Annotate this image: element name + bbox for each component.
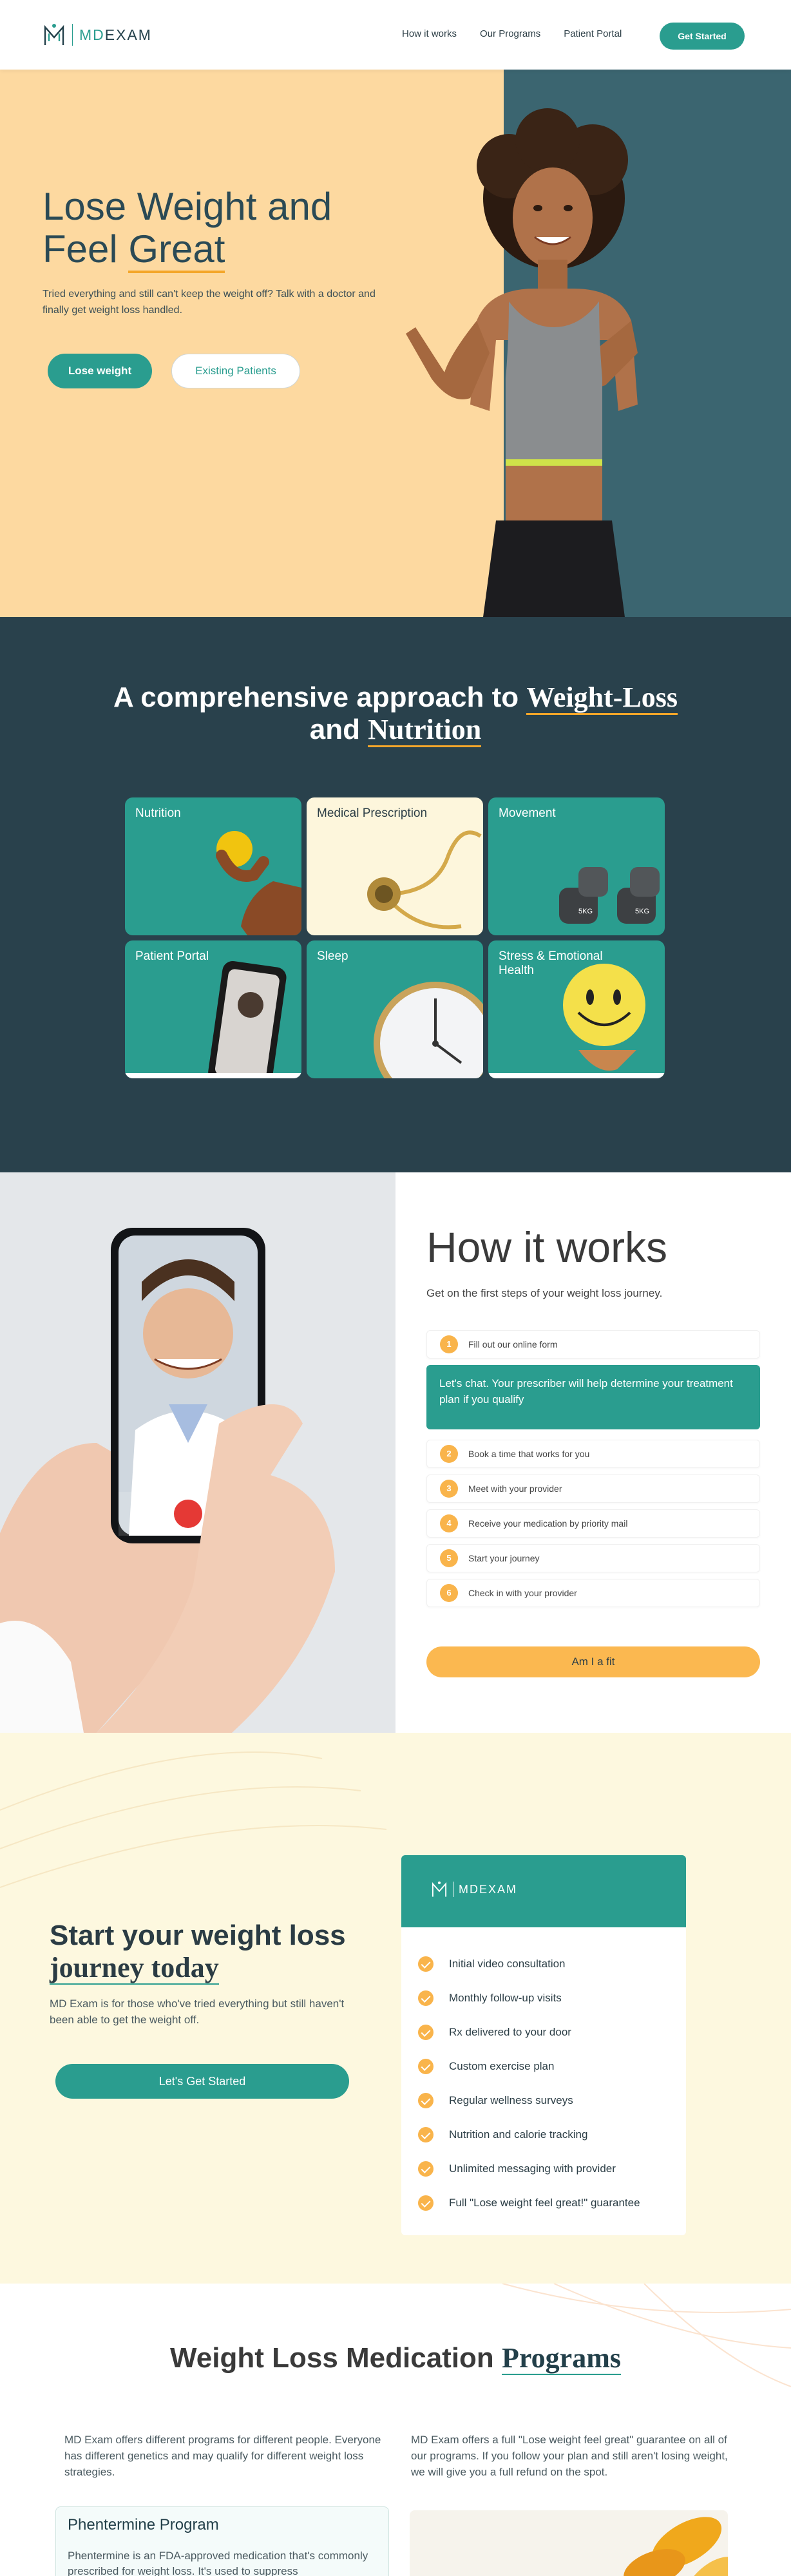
- nav-link-how-it-works[interactable]: How it works: [402, 28, 457, 39]
- step-number: 4: [440, 1514, 458, 1532]
- brand-logo[interactable]: MDEXAM: [43, 22, 152, 48]
- steps-accordion: 1 Fill out our online form Let's chat. Y…: [426, 1330, 760, 1614]
- programs-title: Weight Loss Medication Programs: [170, 2342, 621, 2375]
- plan-header: MDEXAM: [401, 1855, 686, 1927]
- card-nutrition[interactable]: Nutrition: [125, 797, 301, 935]
- how-it-works-section: How it works Get on the first steps of y…: [0, 1172, 791, 1733]
- plan-features-card: MDEXAM Initial video consultation Monthl…: [401, 1855, 686, 2235]
- check-icon: [418, 1956, 434, 1972]
- plan-feature-item: Initial video consultation: [418, 1947, 669, 1981]
- plan-logo: MDEXAM: [431, 1880, 517, 1899]
- step-number: 5: [440, 1549, 458, 1567]
- hero-woman-image: [406, 108, 638, 617]
- journey-section: Start your weight loss journey today MD …: [0, 1733, 791, 2284]
- dumbbell-icon: 5KG 5KG: [559, 867, 660, 924]
- check-icon: [418, 2092, 434, 2108]
- logo-divider: [72, 24, 73, 46]
- hero-subtitle: Tried everything and still can't keep th…: [43, 289, 376, 316]
- clock-icon: [374, 982, 483, 1078]
- step-number: 2: [440, 1445, 458, 1463]
- plan-logo-text: MDEXAM: [459, 1882, 518, 1896]
- stethoscope-icon: [367, 830, 482, 930]
- hero-section: Lose Weight and Feel Great Tried everyth…: [0, 70, 791, 617]
- check-icon: [418, 2161, 434, 2177]
- check-icon: [418, 2024, 434, 2040]
- check-icon: [418, 2126, 434, 2142]
- card-patient-portal[interactable]: Patient Portal: [125, 940, 301, 1078]
- check-icon: [418, 2058, 434, 2074]
- step-5[interactable]: 5 Start your journey: [426, 1544, 760, 1572]
- plan-feature-item: Rx delivered to your door: [418, 2015, 669, 2049]
- step-6[interactable]: 6 Check in with your provider: [426, 1579, 760, 1607]
- step-text: Check in with your provider: [468, 1588, 577, 1598]
- step-2[interactable]: 2 Book a time that works for you: [426, 1440, 760, 1468]
- check-icon: [418, 1990, 434, 2006]
- plan-feature-item: Unlimited messaging with provider: [418, 2151, 669, 2186]
- plan-feature-item: Nutrition and calorie tracking: [418, 2117, 669, 2151]
- programs-paragraph-1: MD Exam offers different programs for di…: [64, 2434, 381, 2478]
- how-title: How it works: [426, 1223, 668, 1271]
- card-stress-emotional-health[interactable]: Stress & Emotional Health: [488, 940, 665, 1078]
- dumbbell-weight-label: 5KG: [635, 908, 649, 915]
- program-card-text: Phentermine is an FDA-approved medicatio…: [68, 2550, 368, 2576]
- phentermine-program-card[interactable]: Phentermine Program Phentermine is an FD…: [55, 2506, 389, 2576]
- smiley-balloon-icon: [488, 964, 665, 1078]
- program-card-title: Phentermine Program: [68, 2516, 219, 2533]
- programs-section: Weight Loss Medication Programs MD Exam …: [0, 2284, 791, 2576]
- step-text: Start your journey: [468, 1553, 540, 1563]
- step-1[interactable]: 1 Fill out our online form: [426, 1330, 760, 1359]
- journey-subtitle: MD Exam is for those who've tried everyt…: [50, 1998, 345, 2026]
- dumbbell-weight-label: 5KG: [578, 908, 593, 915]
- logo-wordmark: MDEXAM: [79, 26, 152, 43]
- nav-link-patient-portal[interactable]: Patient Portal: [564, 28, 622, 39]
- logo-mark-icon: [432, 1881, 447, 1897]
- plan-feature-item: Regular wellness surveys: [418, 2083, 669, 2117]
- step-1-expanded-panel: Let's chat. Your prescriber will help de…: [426, 1365, 760, 1429]
- logo-mark-icon: [44, 24, 64, 45]
- apple-hand-icon: [216, 831, 301, 935]
- check-icon: [418, 2195, 434, 2211]
- lose-weight-button[interactable]: Lose weight: [48, 354, 152, 388]
- step-3[interactable]: 3 Meet with your provider: [426, 1474, 760, 1503]
- lets-get-started-button[interactable]: Let's Get Started: [55, 2064, 349, 2099]
- plan-feature-item: Monthly follow-up visits: [418, 1981, 669, 2015]
- card-movement[interactable]: Movement 5KG 5KG: [488, 797, 665, 935]
- video-call-image: [0, 1172, 395, 1733]
- am-i-a-fit-button[interactable]: Am I a fit: [426, 1646, 760, 1677]
- nav-links: How it works Our Programs Patient Portal: [402, 28, 645, 39]
- hero-title: Lose Weight and Feel Great: [43, 186, 332, 273]
- pills-image: [410, 2510, 728, 2576]
- plan-feature-item: Full "Lose weight feel great!" guarantee: [418, 2186, 669, 2220]
- plan-feature-item: Custom exercise plan: [418, 2049, 669, 2083]
- journey-title: Start your weight loss journey today: [50, 1920, 346, 1985]
- programs-paragraph-2: MD Exam offers a full "Lose weight feel …: [411, 2434, 728, 2478]
- step-text: Receive your medication by priority mail: [468, 1518, 628, 1529]
- step-4[interactable]: 4 Receive your medication by priority ma…: [426, 1509, 760, 1538]
- nav-link-our-programs[interactable]: Our Programs: [480, 28, 540, 39]
- card-medical-prescription[interactable]: Medical Prescription: [307, 797, 483, 935]
- existing-patients-button[interactable]: Existing Patients: [171, 354, 300, 388]
- card-sleep[interactable]: Sleep: [307, 940, 483, 1078]
- approach-title: A comprehensive approach to Weight-Loss …: [0, 682, 791, 747]
- approach-section: A comprehensive approach to Weight-Loss …: [0, 617, 791, 1172]
- step-number: 6: [440, 1584, 458, 1602]
- get-started-button[interactable]: Get Started: [660, 23, 745, 50]
- step-text: Meet with your provider: [468, 1484, 562, 1494]
- step-number: 3: [440, 1480, 458, 1498]
- step-text: Book a time that works for you: [468, 1449, 590, 1459]
- step-number: 1: [440, 1335, 458, 1353]
- how-subtitle: Get on the first steps of your weight lo…: [426, 1287, 663, 1299]
- step-text: Fill out our online form: [468, 1339, 558, 1350]
- pill-capsules-icon: [624, 2517, 728, 2576]
- plan-feature-list: Initial video consultation Monthly follo…: [401, 1927, 686, 2220]
- phone-app-icon: [125, 961, 301, 1078]
- phone-doctor-icon: [0, 1172, 395, 1733]
- top-nav: MDEXAM How it works Our Programs Patient…: [0, 0, 791, 70]
